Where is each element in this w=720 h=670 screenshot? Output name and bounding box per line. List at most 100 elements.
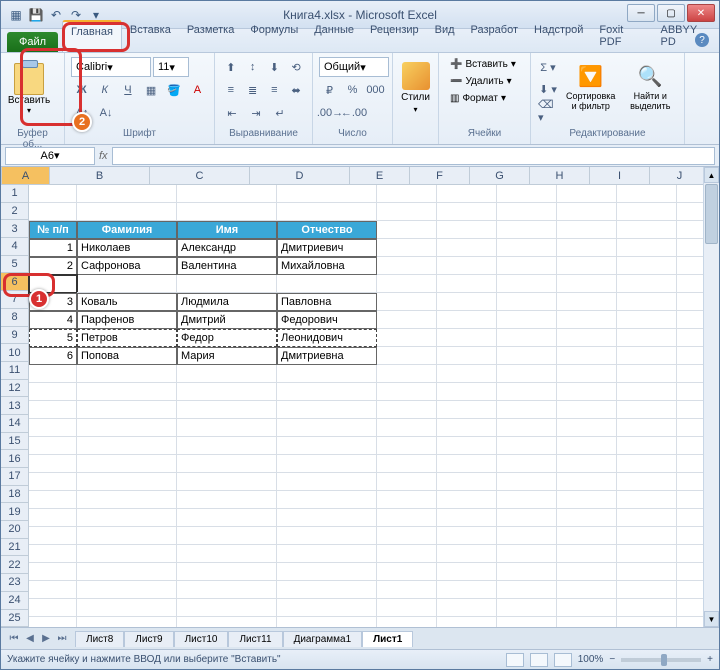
- cell-E5[interactable]: [377, 257, 437, 275]
- cell-C12[interactable]: [177, 383, 277, 401]
- column-header-J[interactable]: J: [650, 167, 703, 185]
- row-header-19[interactable]: 19: [1, 503, 29, 521]
- cell-J14[interactable]: [677, 419, 703, 437]
- row-header-2[interactable]: 2: [1, 203, 29, 221]
- cell-E24[interactable]: [377, 599, 437, 617]
- cell-J1[interactable]: [677, 185, 703, 203]
- cell-D6[interactable]: [277, 275, 377, 293]
- paste-button[interactable]: Вставить ▾: [7, 57, 51, 121]
- cell-J12[interactable]: [677, 383, 703, 401]
- align-left-button[interactable]: ≡: [221, 80, 241, 100]
- cell-E22[interactable]: [377, 563, 437, 581]
- cell-B23[interactable]: [77, 581, 177, 599]
- cell-D21[interactable]: [277, 545, 377, 563]
- decrease-decimal-button[interactable]: ←.00: [343, 103, 365, 123]
- cell-F23[interactable]: [437, 581, 497, 599]
- cell-I10[interactable]: [617, 347, 677, 365]
- align-top-button[interactable]: ⬆: [221, 57, 241, 77]
- row-header-14[interactable]: 14: [1, 415, 29, 433]
- cell-I21[interactable]: [617, 545, 677, 563]
- italic-button[interactable]: К: [94, 80, 115, 100]
- cell-F17[interactable]: [437, 473, 497, 491]
- cell-H22[interactable]: [557, 563, 617, 581]
- align-right-button[interactable]: ≡: [265, 80, 285, 100]
- zoom-slider[interactable]: [621, 658, 701, 662]
- cell-I13[interactable]: [617, 401, 677, 419]
- cell-F4[interactable]: [437, 239, 497, 257]
- cell-E23[interactable]: [377, 581, 437, 599]
- cell-B10[interactable]: Попова: [77, 347, 177, 365]
- cell-B11[interactable]: [77, 365, 177, 383]
- shrink-font-button[interactable]: A↓: [95, 103, 117, 123]
- cell-G17[interactable]: [497, 473, 557, 491]
- cell-grid[interactable]: № п/пФамилияИмяОтчество1НиколаевАлександ…: [29, 185, 703, 627]
- cell-H6[interactable]: [557, 275, 617, 293]
- cell-H8[interactable]: [557, 311, 617, 329]
- cell-G14[interactable]: [497, 419, 557, 437]
- cell-G25[interactable]: [497, 617, 557, 627]
- scroll-up-button[interactable]: ▲: [704, 167, 719, 183]
- normal-view-button[interactable]: [506, 653, 524, 667]
- row-header-6[interactable]: 6: [1, 273, 29, 291]
- cell-H10[interactable]: [557, 347, 617, 365]
- cell-E20[interactable]: [377, 527, 437, 545]
- ribbon-tab-вид[interactable]: Вид: [427, 20, 463, 52]
- cell-C2[interactable]: [177, 203, 277, 221]
- cell-F9[interactable]: [437, 329, 497, 347]
- cell-E9[interactable]: [377, 329, 437, 347]
- row-header-25[interactable]: 25: [1, 610, 29, 628]
- cell-B22[interactable]: [77, 563, 177, 581]
- cell-F5[interactable]: [437, 257, 497, 275]
- cell-J20[interactable]: [677, 527, 703, 545]
- cell-D15[interactable]: [277, 437, 377, 455]
- cell-G15[interactable]: [497, 437, 557, 455]
- sheet-tab-Лист11[interactable]: Лист11: [228, 631, 282, 647]
- cell-E14[interactable]: [377, 419, 437, 437]
- cell-J21[interactable]: [677, 545, 703, 563]
- cell-I3[interactable]: [617, 221, 677, 239]
- cell-G3[interactable]: [497, 221, 557, 239]
- cell-G24[interactable]: [497, 599, 557, 617]
- cell-C18[interactable]: [177, 491, 277, 509]
- sort-filter-button[interactable]: 🔽 Сортировка и фильтр: [563, 57, 619, 121]
- cell-D5[interactable]: Михайловна: [277, 257, 377, 275]
- cell-F24[interactable]: [437, 599, 497, 617]
- cell-F16[interactable]: [437, 455, 497, 473]
- cell-B24[interactable]: [77, 599, 177, 617]
- autosum-button[interactable]: Σ ▾: [537, 57, 559, 77]
- cell-D20[interactable]: [277, 527, 377, 545]
- cell-E10[interactable]: [377, 347, 437, 365]
- cell-D24[interactable]: [277, 599, 377, 617]
- font-name-select[interactable]: Calibri ▾: [71, 57, 151, 77]
- cell-C20[interactable]: [177, 527, 277, 545]
- cell-G23[interactable]: [497, 581, 557, 599]
- cell-J5[interactable]: [677, 257, 703, 275]
- cell-G18[interactable]: [497, 491, 557, 509]
- cell-C15[interactable]: [177, 437, 277, 455]
- cell-B18[interactable]: [77, 491, 177, 509]
- cell-A2[interactable]: [29, 203, 77, 221]
- cell-C21[interactable]: [177, 545, 277, 563]
- cell-A3[interactable]: № п/п: [29, 221, 77, 239]
- row-header-15[interactable]: 15: [1, 433, 29, 451]
- cell-B8[interactable]: Парфенов: [77, 311, 177, 329]
- cell-C23[interactable]: [177, 581, 277, 599]
- decrease-indent-button[interactable]: ⇤: [221, 103, 243, 123]
- cell-C9[interactable]: Федор: [177, 329, 277, 347]
- currency-button[interactable]: ₽: [319, 80, 340, 100]
- cell-E12[interactable]: [377, 383, 437, 401]
- cell-B14[interactable]: [77, 419, 177, 437]
- cell-D9[interactable]: Леонидович: [277, 329, 377, 347]
- font-color-button[interactable]: A: [187, 80, 208, 100]
- cell-E25[interactable]: [377, 617, 437, 627]
- increase-indent-button[interactable]: ⇥: [245, 103, 267, 123]
- cell-C4[interactable]: Александр: [177, 239, 277, 257]
- cell-C16[interactable]: [177, 455, 277, 473]
- cell-C25[interactable]: [177, 617, 277, 627]
- cell-I17[interactable]: [617, 473, 677, 491]
- last-sheet-button[interactable]: ⏭: [55, 632, 69, 646]
- cell-G11[interactable]: [497, 365, 557, 383]
- cell-A10[interactable]: 6: [29, 347, 77, 365]
- styles-button[interactable]: Стили ▾: [399, 57, 432, 121]
- row-header-3[interactable]: 3: [1, 220, 29, 238]
